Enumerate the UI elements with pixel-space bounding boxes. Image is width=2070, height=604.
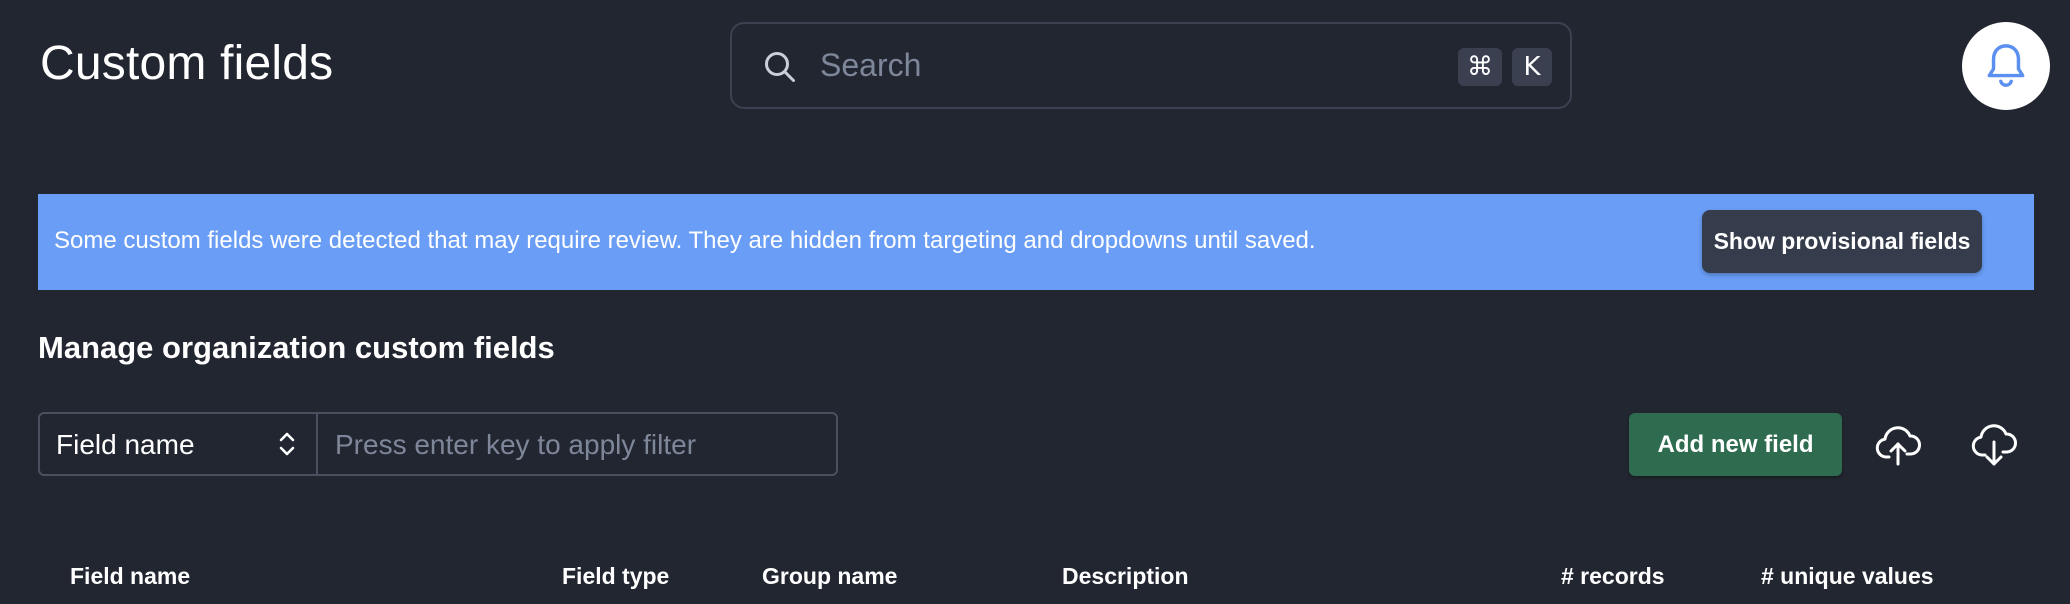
bell-icon — [1987, 44, 2025, 87]
show-provisional-fields-button[interactable]: Show provisional fields — [1702, 210, 1982, 273]
banner-message: Some custom fields were detected that ma… — [54, 227, 1316, 254]
cloud-download-icon — [1971, 424, 2017, 466]
column-header-field-name[interactable]: Field name — [70, 563, 190, 590]
review-banner: Some custom fields were detected that ma… — [38, 194, 2034, 290]
column-header-field-type[interactable]: Field type — [562, 563, 669, 590]
upload-button[interactable] — [1874, 422, 1922, 468]
column-header-description[interactable]: Description — [1062, 563, 1189, 590]
notifications-button[interactable] — [1962, 22, 2050, 110]
add-new-field-button[interactable]: Add new field — [1629, 413, 1842, 476]
shortcut-cmd-key: ⌘ — [1458, 48, 1502, 86]
search-bar[interactable]: Search ⌘ K — [730, 22, 1572, 109]
column-header-records[interactable]: # records — [1561, 563, 1665, 590]
search-placeholder: Search — [820, 47, 922, 83]
download-button[interactable] — [1970, 422, 2018, 468]
search-icon — [765, 52, 795, 82]
filter-field-label: Field name — [56, 429, 195, 460]
section-title: Manage organization custom fields — [38, 330, 555, 365]
filter-field-select[interactable]: Field name — [40, 414, 318, 474]
custom-fields-page: Custom fields Search ⌘ K Some custom fie… — [0, 0, 2070, 604]
column-header-group-name[interactable]: Group name — [762, 563, 897, 590]
cloud-upload-icon — [1875, 426, 1921, 466]
page-title: Custom fields — [40, 37, 334, 90]
chevron-up-down-icon — [279, 432, 295, 456]
filter-input-placeholder: Press enter key to apply filter — [335, 429, 697, 460]
column-header-unique-values[interactable]: # unique values — [1761, 563, 1934, 590]
filter-group: Field name Press enter key to apply filt… — [38, 412, 838, 476]
shortcut-k-key: K — [1512, 48, 1552, 86]
